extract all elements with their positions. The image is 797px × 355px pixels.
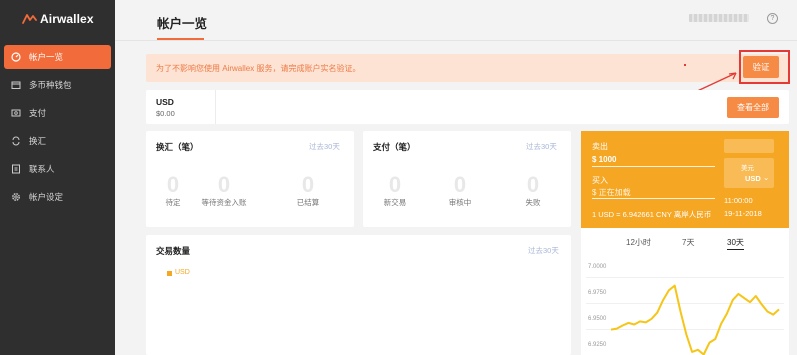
card-title: 交易数量 [156,246,191,256]
exchange-stats-card: 换汇（笔） 过去30天 0 待定 0 等待资金入账 0 已结算 [146,131,354,227]
sidebar-item-overview[interactable]: 帐户一览 [4,45,111,69]
currency-code: USD [156,97,174,107]
currency-balance[interactable]: USD $0.00 [146,90,216,124]
banner-text: 为了不影响您使用 Airwallex 服务，请完成账户实名验证。 [156,64,361,73]
card-period[interactable]: 过去30天 [528,245,559,256]
currency-hint: 美元 [741,165,754,172]
view-all-button[interactable]: 查看全部 [727,97,779,118]
fx-converter-panel: 卖出 $ 1000 买入 $ 正在加载 美元 USD ⌄ 11:00:00 19… [581,131,789,355]
quote-date: 19-11-2018 [724,209,762,218]
wallet-icon [11,80,21,90]
stat-value: 0 [301,172,315,197]
stat-value: 0 [388,172,402,197]
stat-failed: 0 失败 [498,173,568,208]
sell-input-underline [592,166,715,167]
sell-amount-input[interactable]: $ 1000 [592,155,616,164]
sidebar-item-label: 换汇 [29,136,47,146]
buy-currency-select[interactable]: 美元 USD ⌄ [724,158,774,188]
brand-logo[interactable]: Airwallex [22,11,94,27]
stat-label: 等待资金入账 [201,198,247,207]
stat-value: 0 [217,172,231,197]
sidebar-item-label: 联系人 [29,164,55,174]
sidebar-item-label: 帐户设定 [29,192,64,202]
fx-line-plot [610,284,780,355]
trade-volume-card: 交易数量 过去30天 USD [146,235,571,355]
stat-settled: 0 已结算 [273,173,343,208]
sell-currency-select[interactable] [724,139,774,153]
buy-input-underline [592,198,715,199]
gear-icon [11,192,21,202]
sidebar-item-label: 多币种钱包 [29,80,72,90]
stat-label: 已结算 [296,198,320,207]
tab-7-days[interactable]: 7天 [682,237,694,248]
currency-code: USD [745,174,761,183]
fx-rate-chart: 7.0000 6.9750 6.9500 6.9250 [581,259,789,355]
stat-value: 0 [453,172,467,197]
header-divider [115,40,797,41]
stat-label: 新交易 [383,198,407,207]
payment-icon [11,108,21,118]
sidebar-item-label: 支付 [29,108,47,118]
sell-label: 卖出 [592,142,608,151]
tab-30-days[interactable]: 30天 [727,237,744,250]
series-line [610,284,780,355]
legend-label: USD [175,269,190,276]
quote-time: 11:00:00 [724,196,753,205]
currency-amount: $0.00 [156,109,175,118]
brand-name: Airwallex [40,12,94,26]
dashboard-icon [11,52,21,62]
stat-value: 0 [526,172,540,197]
buy-amount-field[interactable]: $ 正在加载 [592,187,631,198]
exchange-rate-text: 1 USD = 6.942661 CNY 离岸人民币 [592,210,712,219]
verify-button[interactable]: 验证 [743,56,779,78]
sidebar-item-payment[interactable]: 支付 [4,101,111,125]
contacts-icon [11,164,21,174]
fx-quote-box: 卖出 $ 1000 买入 $ 正在加载 美元 USD ⌄ 11:00:00 19… [581,131,789,228]
annotation-dot [684,64,686,66]
sidebar-item-contacts[interactable]: 联系人 [4,157,111,181]
buy-label: 买入 [592,176,608,185]
sidebar-item-label: 帐户一览 [29,52,64,62]
card-period[interactable]: 过去30天 [526,141,557,152]
sidebar-item-exchange[interactable]: 换汇 [4,129,111,153]
page-title: 帐户一览 [157,17,208,31]
help-icon[interactable]: ? [767,13,778,24]
sidebar: Airwallex 帐户一览 多币种钱包 支付 换汇 联系人 帐户设定 [0,0,115,355]
exchange-icon [11,136,21,146]
stat-awaiting-funds: 0 等待资金入账 [189,173,259,208]
stat-label: 审核中 [448,198,472,207]
card-title: 支付（笔） [373,142,416,152]
sidebar-nav: 帐户一览 多币种钱包 支付 换汇 联系人 帐户设定 [4,45,111,213]
payment-stats-card: 支付（笔） 过去30天 0 新交易 0 审核中 0 失败 [363,131,571,227]
tab-12-hours[interactable]: 12小时 [626,237,651,248]
airwallex-logo-icon [22,14,37,24]
sidebar-item-wallet[interactable]: 多币种钱包 [4,73,111,97]
chevron-down-icon: ⌄ [763,173,770,182]
card-title: 换汇（笔） [156,142,199,152]
balance-card: USD $0.00 [146,90,789,124]
sidebar-item-settings[interactable]: 帐户设定 [4,185,111,209]
stat-new-transactions: 0 新交易 [360,173,430,208]
card-period[interactable]: 过去30天 [309,141,340,152]
stat-label: 失败 [525,198,541,207]
stat-under-review: 0 审核中 [425,173,495,208]
legend-swatch [167,271,172,276]
user-account-name-redacted[interactable] [689,14,749,22]
